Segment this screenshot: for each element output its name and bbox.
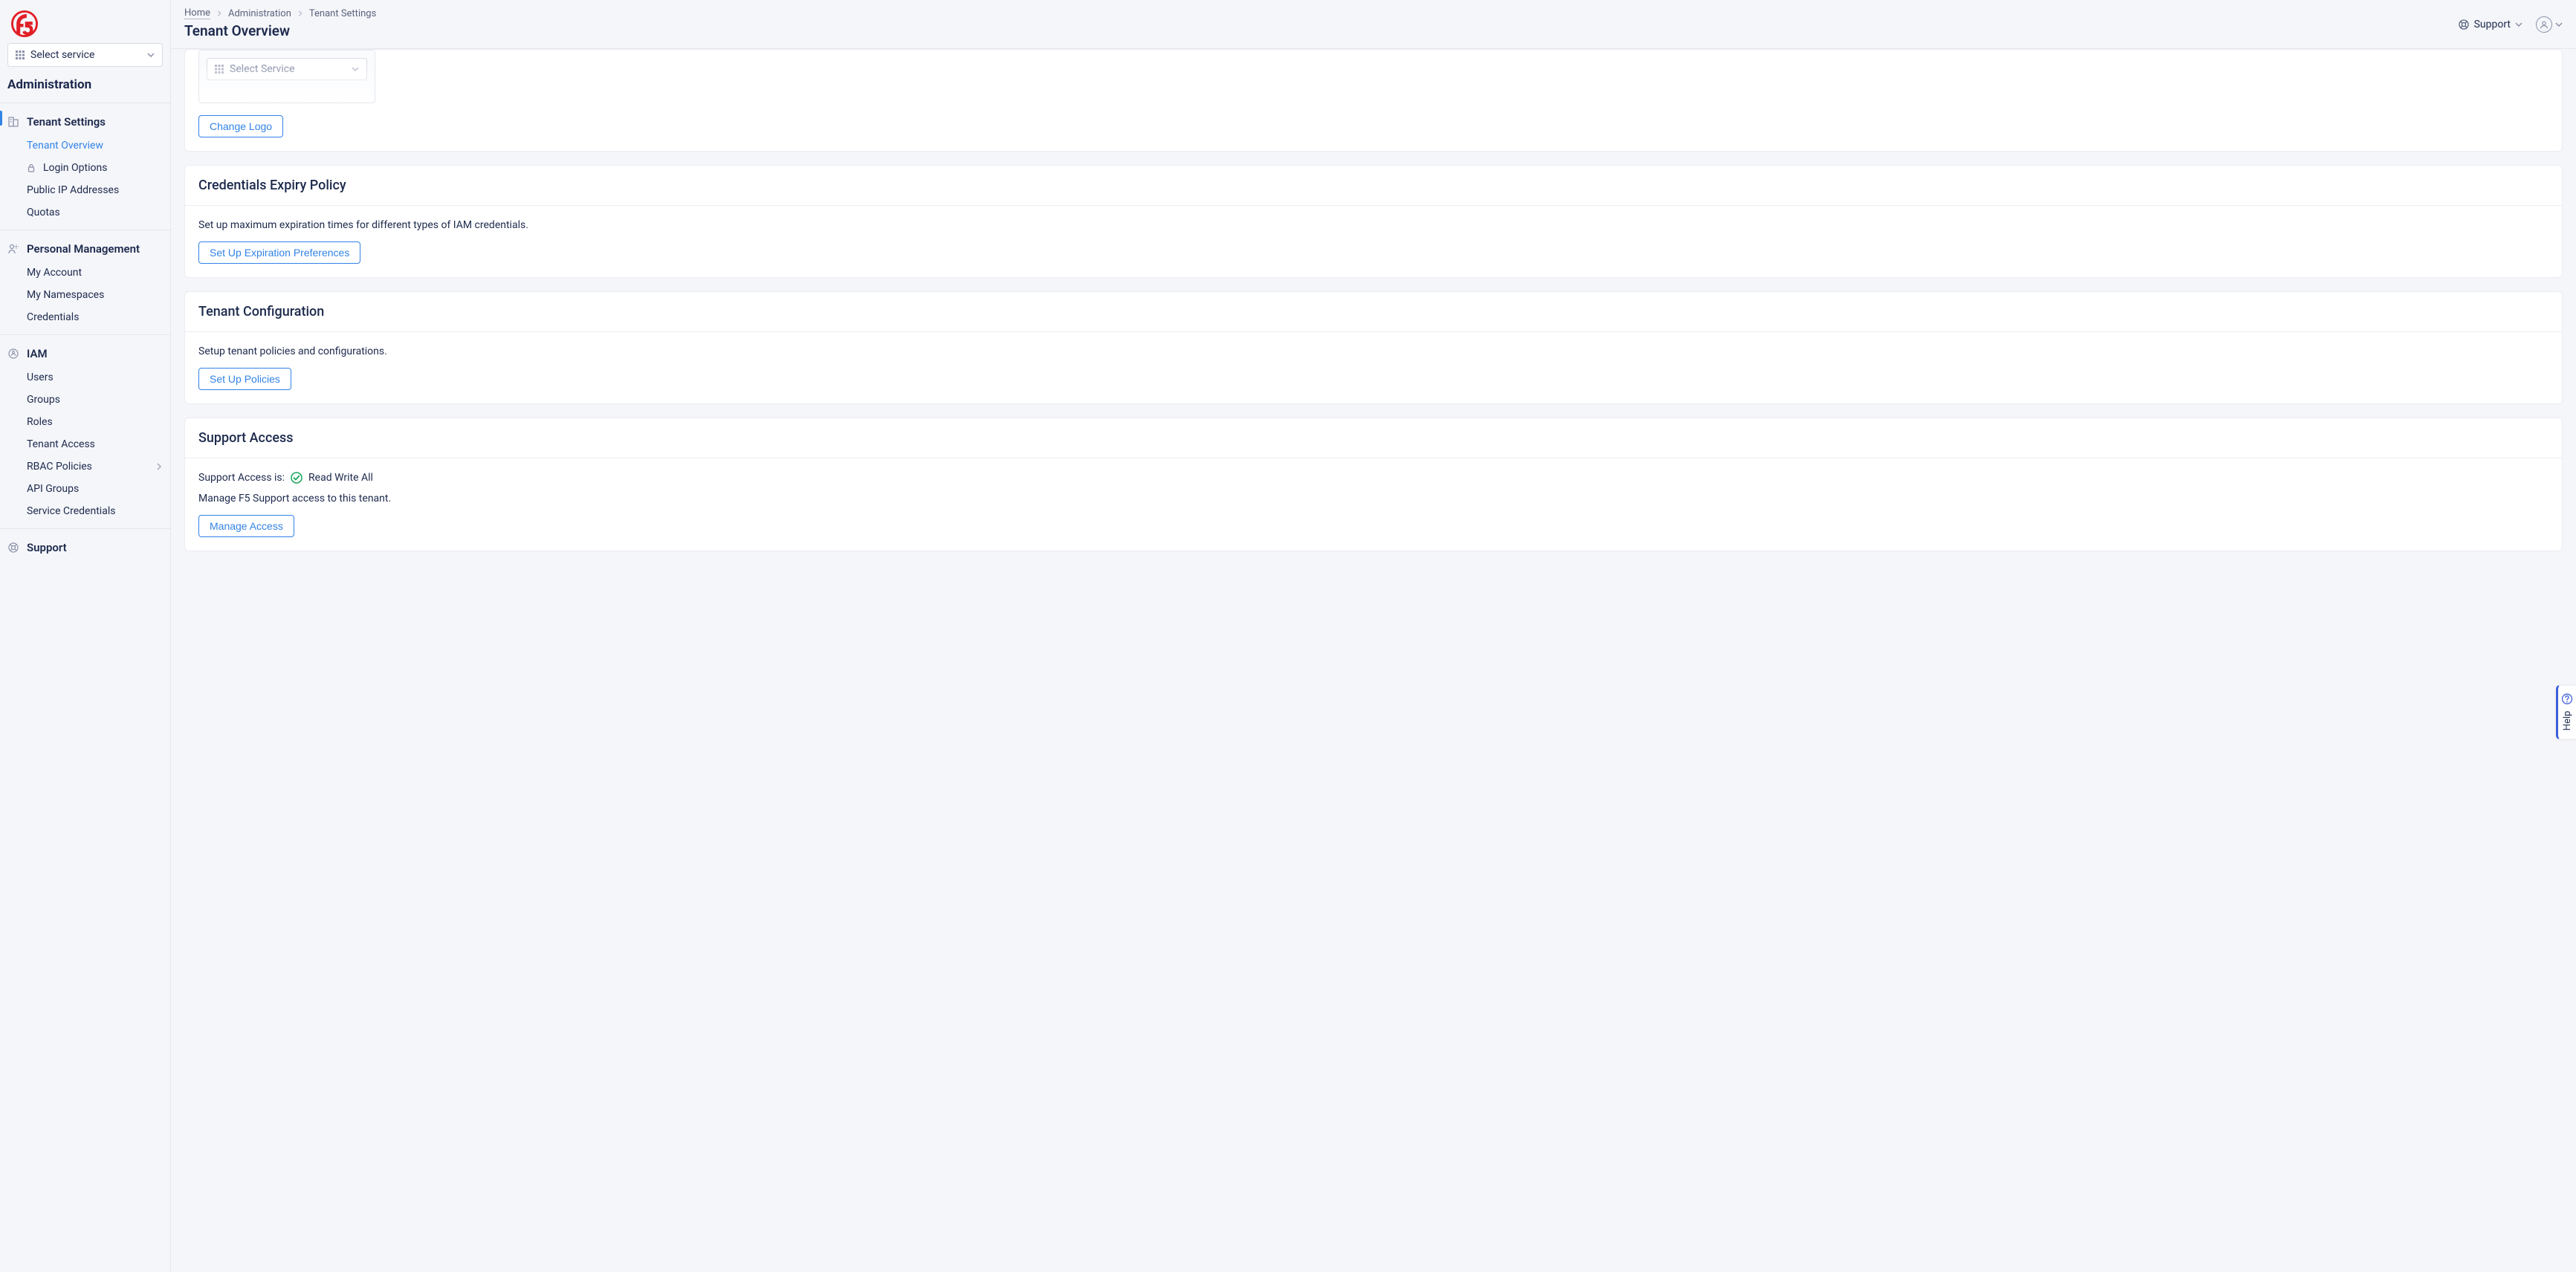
- sidebar-item-label: Login Options: [43, 162, 107, 174]
- sidebar-item-label: Users: [27, 371, 54, 383]
- sidebar-item-roles[interactable]: Roles: [27, 411, 163, 433]
- sidebar-item-quotas[interactable]: Quotas: [27, 201, 163, 224]
- sidebar: Select service Administration Tenant Set…: [0, 0, 171, 1272]
- support-menu[interactable]: Support: [2458, 19, 2522, 30]
- sidebar-item-my-namespaces[interactable]: My Namespaces: [27, 284, 163, 306]
- sidebar-item-public-ip[interactable]: Public IP Addresses: [27, 179, 163, 201]
- life-ring-icon: [2458, 19, 2470, 30]
- sidebar-item-tenant-overview[interactable]: Tenant Overview: [27, 134, 163, 157]
- breadcrumb-tenant-settings[interactable]: Tenant Settings: [309, 8, 376, 19]
- content-scroll[interactable]: Select Service Change Logo Credentials E…: [171, 49, 2576, 1272]
- main-area: Home Administration Tenant Settings Tena…: [171, 0, 2576, 1272]
- setup-policies-button[interactable]: Set Up Policies: [198, 368, 291, 390]
- chevron-right-icon: [297, 10, 303, 16]
- user-menu[interactable]: [2536, 16, 2563, 33]
- app-logo[interactable]: [0, 0, 170, 43]
- breadcrumb-administration[interactable]: Administration: [228, 8, 291, 19]
- nav-section-tenant-settings: Tenant Settings Tenant Overview Login Op…: [0, 103, 170, 230]
- help-flap[interactable]: Help: [2556, 684, 2576, 740]
- sidebar-nav: Tenant Settings Tenant Overview Login Op…: [0, 103, 170, 1272]
- card-description: Setup tenant policies and configurations…: [198, 345, 2549, 357]
- sidebar-item-label: Public IP Addresses: [27, 184, 119, 196]
- sidebar-item-label: My Namespaces: [27, 289, 104, 301]
- nav-section-personal-management: Personal Management My Account My Namesp…: [0, 230, 170, 335]
- grid-icon: [16, 51, 25, 59]
- sidebar-title: Administration: [0, 77, 170, 103]
- sidebar-item-my-account[interactable]: My Account: [27, 262, 163, 284]
- card-description: Manage F5 Support access to this tenant.: [198, 493, 2549, 504]
- lock-icon: [27, 163, 36, 172]
- nav-section-title: Support: [27, 541, 67, 554]
- card-title: Credentials Expiry Policy: [185, 166, 2562, 206]
- building-icon: [7, 116, 19, 128]
- sidebar-item-label: Service Credentials: [27, 505, 115, 517]
- chevron-down-icon: [352, 65, 359, 73]
- sidebar-item-service-credentials[interactable]: Service Credentials: [27, 500, 163, 522]
- sidebar-item-users[interactable]: Users: [27, 366, 163, 389]
- page-title: Tenant Overview: [184, 22, 2458, 39]
- sidebar-item-label: Tenant Overview: [27, 140, 103, 152]
- card-title: Tenant Configuration: [185, 292, 2562, 332]
- support-access-status: Support Access is: Read Write All: [198, 472, 2549, 484]
- sidebar-item-login-options[interactable]: Login Options: [27, 157, 163, 179]
- check-circle-icon: [291, 472, 302, 484]
- service-selector[interactable]: Select service: [7, 43, 163, 67]
- sidebar-item-label: Tenant Access: [27, 438, 95, 450]
- question-circle-icon: [2561, 692, 2573, 704]
- grid-icon: [215, 65, 224, 74]
- sidebar-item-label: API Groups: [27, 483, 79, 495]
- sidebar-item-label: Groups: [27, 394, 60, 406]
- sidebar-item-label: My Account: [27, 267, 82, 279]
- iam-icon: [7, 348, 19, 360]
- preview-service-selector[interactable]: Select Service: [207, 58, 367, 80]
- preview-select-label: Select Service: [230, 63, 295, 75]
- sidebar-item-api-groups[interactable]: API Groups: [27, 478, 163, 500]
- nav-section-header[interactable]: Personal Management: [0, 236, 170, 262]
- setup-expiration-button[interactable]: Set Up Expiration Preferences: [198, 241, 360, 264]
- sidebar-item-rbac-policies[interactable]: RBAC Policies: [27, 455, 163, 478]
- sidebar-item-label: Quotas: [27, 207, 60, 218]
- life-ring-icon: [7, 542, 19, 554]
- breadcrumb: Home Administration Tenant Settings: [184, 7, 2458, 19]
- logo-preview: Select Service: [198, 50, 375, 103]
- chevron-down-icon: [2555, 21, 2563, 28]
- sidebar-item-label: Roles: [27, 416, 53, 428]
- nav-section-support: Support: [0, 529, 170, 566]
- nav-section-title: IAM: [27, 347, 48, 360]
- help-label: Help: [2562, 710, 2573, 730]
- sidebar-item-groups[interactable]: Groups: [27, 389, 163, 411]
- person-icon: [7, 243, 19, 255]
- nav-section-header[interactable]: Tenant Settings: [0, 109, 170, 134]
- card-title: Support Access: [185, 418, 2562, 458]
- f5-logo-icon: [11, 10, 38, 37]
- breadcrumb-home[interactable]: Home: [184, 7, 210, 19]
- nav-section-header[interactable]: Support: [0, 535, 170, 560]
- sidebar-item-label: RBAC Policies: [27, 461, 92, 473]
- nav-section-header[interactable]: IAM: [0, 341, 170, 366]
- nav-section-title: Tenant Settings: [27, 115, 106, 129]
- nav-section-iam: IAM Users Groups Roles Tenant Access RBA…: [0, 335, 170, 529]
- chevron-down-icon: [147, 51, 155, 59]
- card-description: Set up maximum expiration times for diff…: [198, 219, 2549, 231]
- service-selector-label: Select service: [30, 49, 94, 61]
- chevron-right-icon: [216, 10, 222, 16]
- card-tenant-configuration: Tenant Configuration Setup tenant polici…: [184, 291, 2563, 404]
- sidebar-item-label: Credentials: [27, 311, 79, 323]
- card-credentials-expiry: Credentials Expiry Policy Set up maximum…: [184, 165, 2563, 278]
- topbar: Home Administration Tenant Settings Tena…: [171, 0, 2576, 49]
- manage-access-button[interactable]: Manage Access: [198, 515, 294, 537]
- card-support-access: Support Access Support Access is: Read W…: [184, 418, 2563, 551]
- sidebar-item-tenant-access[interactable]: Tenant Access: [27, 433, 163, 455]
- avatar-icon: [2536, 16, 2552, 33]
- chevron-down-icon: [2515, 21, 2522, 28]
- status-label: Support Access is:: [198, 472, 285, 484]
- card-logo: Select Service Change Logo: [184, 49, 2563, 152]
- change-logo-button[interactable]: Change Logo: [198, 115, 283, 137]
- sidebar-item-credentials[interactable]: Credentials: [27, 306, 163, 328]
- support-label: Support: [2474, 19, 2511, 30]
- status-value: Read Write All: [308, 472, 373, 484]
- nav-section-title: Personal Management: [27, 242, 140, 256]
- chevron-right-icon: [155, 463, 163, 470]
